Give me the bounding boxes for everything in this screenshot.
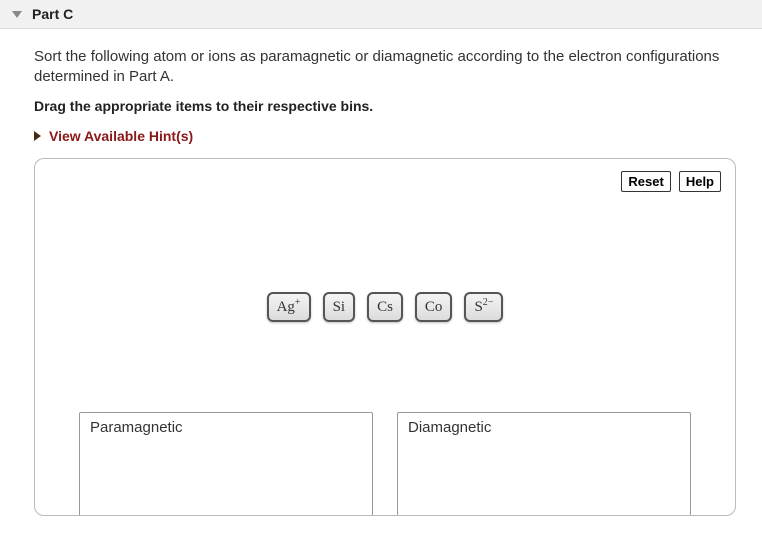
chevron-right-icon xyxy=(34,131,41,141)
item-base: Co xyxy=(425,299,443,315)
item-sup: 2− xyxy=(483,297,494,308)
drag-item-si[interactable]: Si xyxy=(323,292,356,323)
reset-button[interactable]: Reset xyxy=(621,171,670,192)
bin-paramagnetic[interactable]: Paramagnetic xyxy=(79,412,373,516)
item-sup: + xyxy=(295,297,301,308)
bins-row: Paramagnetic Diamagnetic xyxy=(49,412,721,516)
drag-item-co[interactable]: Co xyxy=(415,292,453,323)
view-hints-toggle[interactable]: View Available Hint(s) xyxy=(34,128,736,144)
help-button[interactable]: Help xyxy=(679,171,721,192)
item-base: S xyxy=(474,299,482,315)
drag-instruction: Drag the appropriate items to their resp… xyxy=(34,98,736,114)
bin-label: Paramagnetic xyxy=(90,419,362,436)
drag-item-cs[interactable]: Cs xyxy=(367,292,403,323)
item-base: Si xyxy=(333,299,346,315)
part-title: Part C xyxy=(32,6,73,22)
drag-item-ag-plus[interactable]: Ag+ xyxy=(267,292,311,323)
bin-diamagnetic[interactable]: Diamagnetic xyxy=(397,412,691,516)
chevron-down-icon xyxy=(12,11,22,18)
question-prompt: Sort the following atom or ions as param… xyxy=(34,47,736,88)
item-base: Cs xyxy=(377,299,393,315)
drag-item-s2minus[interactable]: S2− xyxy=(464,292,503,323)
draggable-items-row: Ag+ Si Cs Co S2− xyxy=(49,292,721,323)
content-area: Sort the following atom or ions as param… xyxy=(0,29,762,516)
part-header[interactable]: Part C xyxy=(0,0,762,29)
hints-label: View Available Hint(s) xyxy=(49,128,193,144)
item-base: Ag xyxy=(277,299,295,315)
workspace-toolbar: Reset Help xyxy=(49,171,721,192)
sorting-workspace: Reset Help Ag+ Si Cs Co S2− Paramagnetic xyxy=(34,158,736,516)
bin-label: Diamagnetic xyxy=(408,419,680,436)
